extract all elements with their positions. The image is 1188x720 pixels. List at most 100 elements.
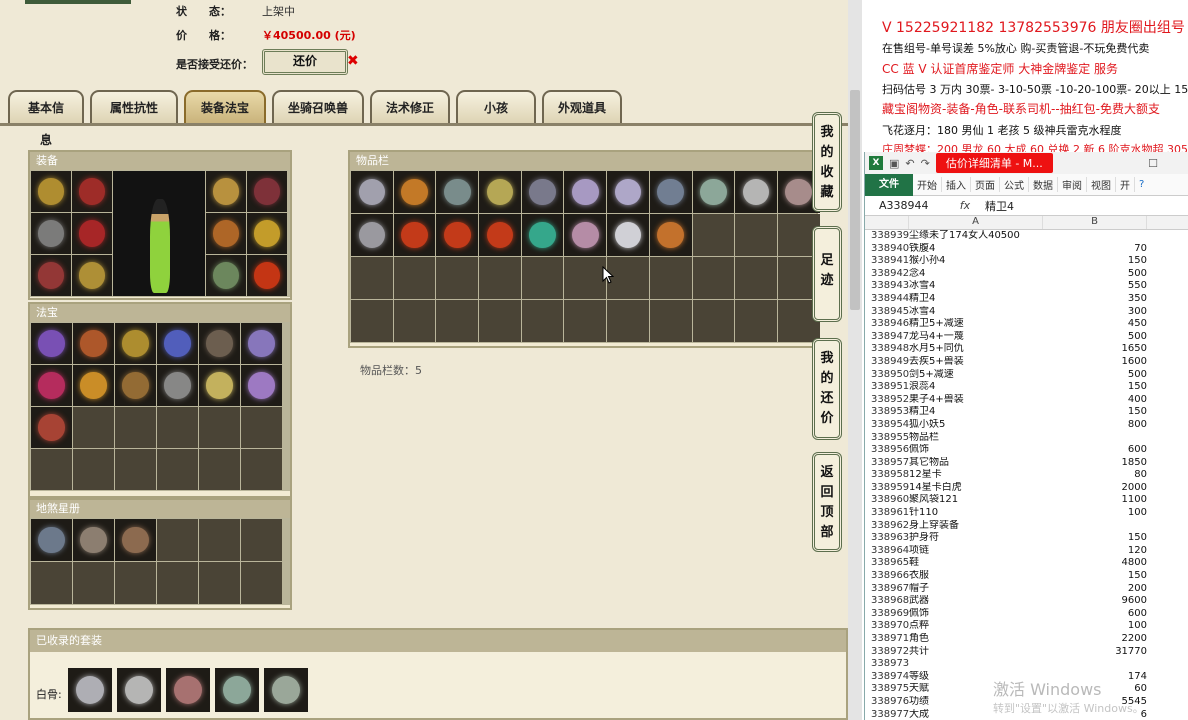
cell-a[interactable]: 冰雪4 [909, 306, 1043, 319]
inventory-slot[interactable] [393, 171, 436, 213]
sheet-row[interactable]: 338951 浪蕊4 150 [865, 381, 1188, 394]
equip-slot[interactable] [206, 171, 246, 212]
ribbon-tab[interactable]: 视图 [1087, 177, 1116, 192]
sheet-row[interactable]: 338957 其它物品 1850 [865, 457, 1188, 470]
treasure-slot[interactable] [157, 365, 198, 406]
cell-a[interactable]: 狐小妖5 [909, 419, 1043, 432]
sheet-row[interactable]: 338939 尘缘未了174女人40500 [865, 230, 1188, 243]
cell-a[interactable]: 身上穿装备 [909, 520, 1043, 533]
treasure-slot[interactable] [241, 365, 282, 406]
footprint-button[interactable]: 足迹 [812, 226, 842, 322]
sheet-row[interactable]: 338948 水月5+同仇 1650 [865, 343, 1188, 356]
inventory-slot[interactable] [521, 171, 564, 213]
formula-input[interactable]: 精卫4 [985, 198, 1014, 214]
sheet-row[interactable]: 338955 物品栏 [865, 432, 1188, 445]
cell-b[interactable]: 1850 [1043, 457, 1147, 470]
name-box[interactable]: A338944 [865, 199, 945, 212]
inventory-slot[interactable] [564, 171, 607, 213]
sheet-row[interactable]: 338968 武器 9600 [865, 595, 1188, 608]
cell-b[interactable]: 550 [1043, 280, 1147, 293]
equip-slot[interactable] [206, 255, 246, 296]
cell-a[interactable]: 精卫5+减速 [909, 318, 1043, 331]
cell-a[interactable]: 14星卡白虎 [909, 482, 1043, 495]
suit-item[interactable] [117, 668, 161, 712]
ribbon-tab[interactable]: 数据 [1029, 177, 1058, 192]
cell-a[interactable]: 铁腹4 [909, 243, 1043, 256]
ribbon-file-tab[interactable]: 文件 [865, 173, 913, 196]
save-icon[interactable]: ▣ [889, 157, 899, 170]
cell-a[interactable]: 角色 [909, 633, 1043, 646]
sheet-row[interactable]: 338969 佩饰 600 [865, 608, 1188, 621]
sheet-row[interactable]: 338940 铁腹4 70 [865, 243, 1188, 256]
sheet-row[interactable]: 338962 身上穿装备 [865, 520, 1188, 533]
cell-a[interactable]: 护身符 [909, 532, 1043, 545]
inventory-slot[interactable] [649, 214, 692, 256]
equip-slot[interactable] [31, 255, 71, 296]
cell-a[interactable]: 龙马4+一蔑 [909, 331, 1043, 344]
cell-a[interactable]: 去疾5+兽装 [909, 356, 1043, 369]
cell-b[interactable]: 150 [1043, 406, 1147, 419]
corner-cell[interactable] [865, 216, 909, 229]
counter-offer-button[interactable]: 还价 [262, 49, 348, 75]
ribbon-tab[interactable]: 插入 [942, 177, 971, 192]
tab-mounts-pets[interactable]: 坐骑召唤兽 [272, 90, 364, 124]
treasure-slot[interactable] [115, 323, 156, 364]
cell-b[interactable] [1043, 520, 1147, 533]
cell-a[interactable]: 猴小孙4 [909, 255, 1043, 268]
cell-b[interactable]: 70 [1043, 243, 1147, 256]
inventory-slot[interactable] [607, 214, 649, 256]
cell-a[interactable]: 浪蕊4 [909, 381, 1043, 394]
cell-a[interactable]: 佩饰 [909, 608, 1043, 621]
maximize-icon[interactable]: ☐ [1148, 157, 1158, 170]
cell-a[interactable]: 点粹 [909, 620, 1043, 633]
cell-b[interactable]: 150 [1043, 532, 1147, 545]
sheet-row[interactable]: 338954 狐小妖5 800 [865, 419, 1188, 432]
sheet-row[interactable]: 338943 冰雪4 550 [865, 280, 1188, 293]
inventory-slot[interactable] [351, 214, 393, 256]
star-card-slot[interactable] [115, 519, 156, 561]
equip-slot[interactable] [72, 213, 112, 254]
cell-b[interactable]: 500 [1043, 331, 1147, 344]
equip-slot[interactable] [247, 171, 287, 212]
star-card-slot[interactable] [31, 519, 72, 561]
suit-item[interactable] [264, 668, 308, 712]
sheet-row[interactable]: 338950 剑5+减速 500 [865, 369, 1188, 382]
cell-b[interactable]: 1600 [1043, 356, 1147, 369]
sheet-row[interactable]: 338949 去疾5+兽装 1600 [865, 356, 1188, 369]
tab-attributes[interactable]: 属性抗性 [90, 90, 178, 124]
cell-b[interactable]: 600 [1043, 608, 1147, 621]
sheet-row[interactable]: 338972 共计 31770 [865, 646, 1188, 659]
column-a-header[interactable]: A [909, 216, 1043, 229]
cell-a[interactable]: 衣服 [909, 570, 1043, 583]
inventory-slot[interactable] [607, 171, 649, 213]
treasure-slot[interactable] [31, 407, 72, 448]
cell-a[interactable]: 共计 [909, 646, 1043, 659]
ribbon-tab[interactable]: 开始 [913, 177, 942, 192]
cell-b[interactable]: 150 [1043, 570, 1147, 583]
treasure-slot[interactable] [73, 365, 114, 406]
cell-b[interactable] [1043, 658, 1147, 671]
tab-appearance[interactable]: 外观道具 [542, 90, 622, 124]
sheet-row[interactable]: 338945 冰雪4 300 [865, 306, 1188, 319]
cell-a[interactable]: 聚风袋121 [909, 494, 1043, 507]
sheet-row[interactable]: 338970 点粹 100 [865, 620, 1188, 633]
treasure-slot[interactable] [199, 323, 240, 364]
sheet-row[interactable]: 338947 龙马4+一蔑 500 [865, 331, 1188, 344]
page-scrollbar[interactable] [848, 0, 862, 720]
tab-equipment[interactable]: 装备法宝 [184, 90, 266, 124]
inventory-slot[interactable] [564, 214, 607, 256]
cell-b[interactable]: 500 [1043, 369, 1147, 382]
cell-b[interactable]: 2000 [1043, 482, 1147, 495]
sheet-row[interactable]: 338941 猴小孙4 150 [865, 255, 1188, 268]
cell-a[interactable]: 针110 [909, 507, 1043, 520]
treasure-slot[interactable] [115, 365, 156, 406]
cell-b[interactable]: 100 [1043, 620, 1147, 633]
sheet-row[interactable]: 338942 念4 500 [865, 268, 1188, 281]
cell-a[interactable]: 精卫4 [909, 293, 1043, 306]
close-icon[interactable]: ✖ [347, 53, 359, 69]
cell-a[interactable]: 鞋 [909, 557, 1043, 570]
cell-b[interactable]: 1650 [1043, 343, 1147, 356]
suit-item[interactable] [68, 668, 112, 712]
cell-a[interactable]: 精卫4 [909, 406, 1043, 419]
sheet-row[interactable]: 338971 角色 2200 [865, 633, 1188, 646]
